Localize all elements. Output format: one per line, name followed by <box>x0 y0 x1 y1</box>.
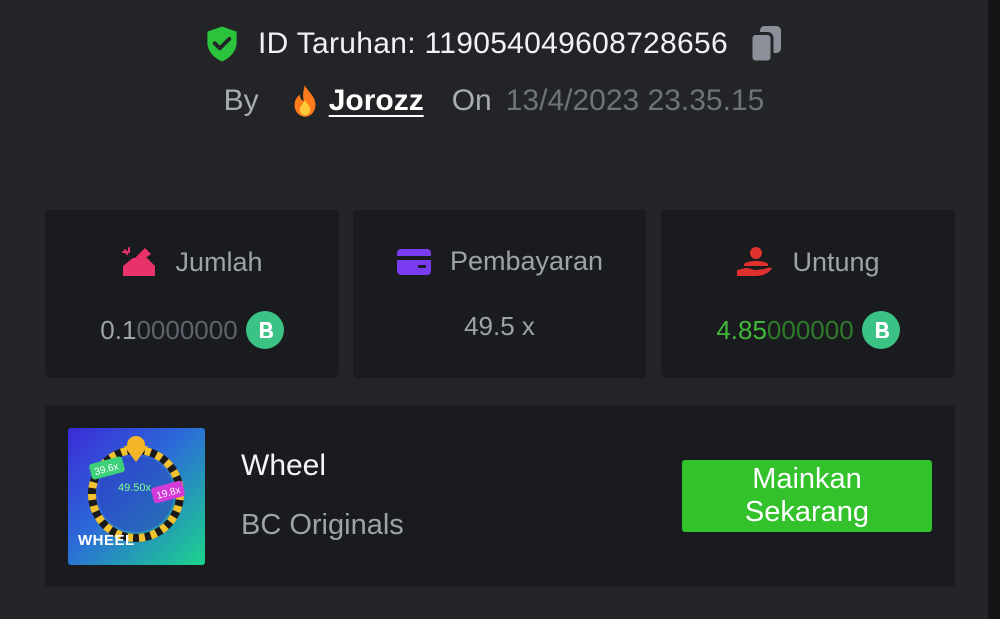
username-text: Jorozz <box>328 84 424 117</box>
stat-amount: Jumlah 0.1 0000000 <box>45 210 339 378</box>
stat-payout-value: 49.5 x <box>464 311 535 341</box>
bcd-coin-icon <box>245 311 284 349</box>
shield-check-icon <box>207 26 237 62</box>
stat-profit-label: Untung <box>792 246 880 277</box>
bet-details-panel: ID Taruhan: 119054049608728656 By Jorozz… <box>0 0 988 619</box>
username-link[interactable]: Jorozz <box>289 84 424 118</box>
on-label: On <box>451 84 492 117</box>
stat-amount-value-trailing: 0000000 <box>136 314 238 345</box>
bet-meta-row: By Jorozz On 13/4/2023 23.35.15 <box>0 84 988 118</box>
game-name: Wheel <box>241 449 327 482</box>
right-edge-scrollbar[interactable] <box>988 0 1000 619</box>
profit-icon <box>737 247 773 276</box>
stat-amount-value: 0.1 <box>100 314 137 345</box>
game-thumbnail[interactable]: 39.6x 49.50x 19.8x WHEEL <box>68 428 205 565</box>
fire-icon <box>294 85 316 117</box>
bet-id-row: ID Taruhan: 119054049608728656 <box>0 24 988 64</box>
bet-date: 13/4/2023 23.35.15 <box>505 84 765 117</box>
bcd-coin-icon <box>861 311 900 349</box>
play-now-button[interactable]: Mainkan Sekarang <box>682 460 932 532</box>
bet-id-text: ID Taruhan: 119054049608728656 <box>258 27 728 60</box>
thumbnail-title: WHEEL <box>78 532 135 549</box>
game-provider: BC Originals <box>241 509 404 541</box>
by-label: By <box>223 84 259 117</box>
stat-payout: Pembayaran 49.5 x <box>353 210 646 378</box>
stat-profit-value-trailing: 000000 <box>766 314 854 345</box>
thumb-tag-2: 49.50x <box>118 482 152 494</box>
copy-icon[interactable] <box>748 24 784 64</box>
game-card: 39.6x 49.50x 19.8x WHEEL Wheel BC Origin… <box>45 405 955 587</box>
stat-amount-label: Jumlah <box>175 246 263 277</box>
stat-profit: Untung 4.85 000000 <box>661 210 955 378</box>
card-icon <box>396 248 431 275</box>
stat-payout-label: Pembayaran <box>449 246 604 276</box>
stat-profit-value: 4.85 <box>716 314 767 345</box>
bet-amount-icon <box>122 247 156 276</box>
